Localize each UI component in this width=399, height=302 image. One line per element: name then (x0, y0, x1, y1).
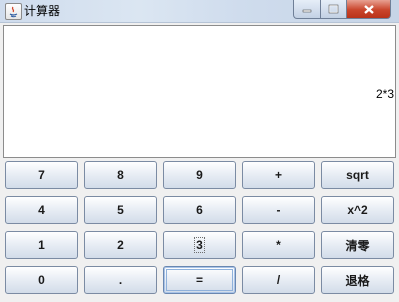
key-backspace[interactable]: 退格 (321, 266, 394, 294)
key-square[interactable]: x^2 (321, 196, 394, 224)
key-multiply[interactable]: * (242, 231, 315, 259)
minimize-icon (302, 9, 312, 13)
key-0[interactable]: 0 (5, 266, 78, 294)
key-6[interactable]: 6 (163, 196, 236, 224)
key-equals[interactable]: = (163, 266, 236, 294)
key-divide[interactable]: / (242, 266, 315, 294)
key-9[interactable]: 9 (163, 161, 236, 189)
key-2[interactable]: 2 (84, 231, 157, 259)
key-decimal[interactable]: . (84, 266, 157, 294)
display-area: 2*3 (3, 25, 396, 158)
maximize-icon (328, 4, 339, 14)
key-equals-label: = (166, 269, 233, 291)
minimize-button[interactable] (293, 0, 321, 19)
close-button[interactable] (347, 0, 391, 19)
key-3[interactable]: 3 (163, 231, 236, 259)
key-4[interactable]: 4 (5, 196, 78, 224)
window-title: 计算器 (24, 4, 61, 18)
key-8[interactable]: 8 (84, 161, 157, 189)
key-sqrt[interactable]: sqrt (321, 161, 394, 189)
maximize-button[interactable] (321, 0, 347, 19)
display-value: 2*3 (375, 87, 394, 101)
key-minus[interactable]: - (242, 196, 315, 224)
close-icon (363, 4, 374, 14)
key-7[interactable]: 7 (5, 161, 78, 189)
key-3-label: 3 (194, 237, 205, 253)
key-5[interactable]: 5 (84, 196, 157, 224)
key-plus[interactable]: + (242, 161, 315, 189)
key-clear[interactable]: 清零 (321, 231, 394, 259)
title-bar: 计算器 (0, 0, 399, 23)
java-app-icon (5, 3, 22, 20)
key-1[interactable]: 1 (5, 231, 78, 259)
